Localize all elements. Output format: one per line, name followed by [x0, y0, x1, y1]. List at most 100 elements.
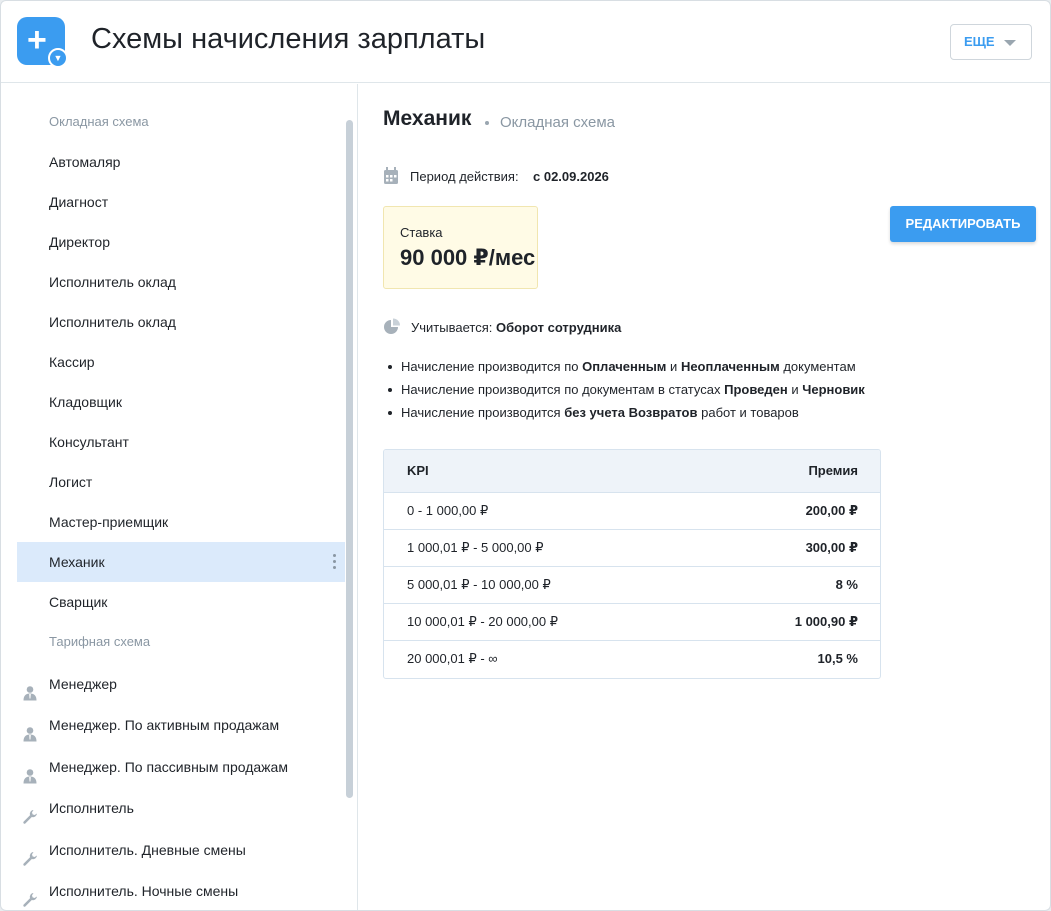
app-add-icon[interactable]: + ▼: [17, 17, 68, 68]
sidebar-item-label: Механик: [49, 554, 105, 570]
sidebar-item-label: Исполнитель: [49, 800, 134, 816]
kpi-bonus: 8 %: [835, 577, 858, 592]
sidebar-group-label: Тарифная схема: [17, 622, 345, 662]
sidebar-item[interactable]: Менеджер: [17, 664, 345, 704]
sidebar-item-label: Кладовщик: [49, 394, 122, 410]
rule-emphasis: без учета Возвратов: [564, 405, 698, 420]
sidebar-item[interactable]: Кладовщик: [17, 382, 345, 422]
sidebar-item[interactable]: Консультант: [17, 422, 345, 462]
period-value: с 02.09.2026: [533, 169, 609, 184]
page-title: Схемы начисления зарплаты: [91, 23, 486, 55]
sidebar-item-label: Менеджер. По пассивным продажам: [49, 758, 288, 775]
more-vertical-icon[interactable]: [333, 554, 337, 570]
rule-text: и: [787, 382, 803, 397]
sidebar-item-label: Исполнитель оклад: [49, 274, 176, 290]
bonus-column-header: Премия: [808, 463, 858, 478]
rate-value: 90 000 ₽/мес: [400, 245, 536, 270]
separator-dot: [485, 121, 489, 125]
page-header: + ▼ Схемы начисления зарплаты ЕЩЕ: [1, 1, 1050, 83]
sidebar-item[interactable]: Кассир: [17, 342, 345, 382]
sidebar-item[interactable]: Сварщик: [17, 582, 345, 622]
person-icon: [22, 759, 38, 783]
sidebar-group-label: Окладная схема: [17, 102, 345, 142]
sidebar: Окладная схема Автомаляр Диагност Директор И…: [1, 84, 358, 910]
sidebar-item[interactable]: Менеджер. По пассивным продажам: [17, 747, 345, 787]
kpi-table: KPI Премия 0 - 1 000,00 ₽ 200,00 ₽ 1 000,0…: [383, 449, 881, 679]
sidebar-item-label: Менеджер: [49, 675, 117, 692]
person-icon: [22, 676, 38, 700]
more-button[interactable]: ЕЩЕ: [950, 24, 1032, 60]
kpi-bonus: 300,00 ₽: [805, 540, 858, 555]
kpi-table-body: 0 - 1 000,00 ₽ 200,00 ₽ 1 000,01 ₽ - 5 000…: [384, 493, 880, 678]
sidebar-item-label: Кассир: [49, 354, 95, 370]
considered-label: Учитывается:: [411, 320, 493, 335]
rule-text: документам: [779, 359, 856, 374]
rule-emphasis: Оплаченным: [582, 359, 667, 374]
main-content: Механик Окладная схема Период действия: …: [359, 84, 1050, 910]
sidebar-item[interactable]: Автомаляр: [17, 142, 345, 182]
rule-item: Начисление производится по Оплаченным и …: [383, 358, 983, 381]
wrench-icon: [22, 800, 38, 824]
rule-item: Начисление производится без учета Возвра…: [383, 404, 983, 427]
calendar-icon: [384, 167, 398, 184]
employee-name: Механик: [383, 107, 472, 130]
table-row: 5 000,01 ₽ - 10 000,00 ₽ 8 %: [384, 567, 880, 604]
sidebar-item[interactable]: Исполнитель. Ночные смены: [17, 871, 345, 910]
caret-down-icon: [1004, 40, 1016, 46]
sidebar-item-label: Сварщик: [49, 594, 108, 610]
sidebar-item-label: Исполнитель оклад: [49, 314, 176, 330]
sidebar-item[interactable]: Диагност: [17, 182, 345, 222]
sidebar-item[interactable]: Мастер-приемщик: [17, 502, 345, 542]
sidebar-item-label: Тарифная схема: [49, 634, 151, 649]
considered-value: Оборот сотрудника: [495, 320, 622, 335]
kpi-range: 5 000,01 ₽ - 10 000,00 ₽: [407, 577, 551, 592]
rule-text: Начисление производится по документам в …: [401, 382, 725, 397]
edit-button[interactable]: РЕДАКТИРОВАТЬ: [890, 206, 1036, 242]
sidebar-item[interactable]: Директор: [17, 222, 345, 262]
more-button-label: ЕЩЕ: [964, 34, 995, 49]
sidebar-item-label: Исполнитель. Ночные смены: [49, 883, 239, 899]
person-icon: [22, 717, 38, 742]
kpi-bonus: 1 000,90 ₽: [794, 614, 858, 629]
sidebar-item-label: Директор: [49, 234, 110, 250]
rule-emphasis: Проведен: [724, 382, 788, 397]
table-row: 1 000,01 ₽ - 5 000,00 ₽ 300,00 ₽: [384, 530, 880, 567]
sidebar-item-label: Исполнитель. Дневные смены: [49, 841, 246, 858]
rule-text: работ и товаров: [697, 405, 799, 420]
rate-label: Ставка: [400, 225, 443, 240]
sidebar-item-label: Автомаляр: [49, 154, 121, 170]
sidebar-item-label: Менеджер. По активным продажам: [49, 717, 280, 733]
sidebar-item-label: Консультант: [49, 434, 129, 450]
rule-item: Начисление производится по документам в …: [383, 381, 983, 404]
wrench-icon: [22, 842, 38, 866]
wrench-icon: [22, 883, 38, 907]
plus-icon: +: [27, 21, 47, 59]
sidebar-item[interactable]: Исполнитель: [17, 788, 345, 828]
sidebar-scrollbar[interactable]: [346, 120, 353, 798]
sidebar-item[interactable]: Механик: [17, 542, 345, 582]
sidebar-item[interactable]: Логист: [17, 462, 345, 502]
sidebar-item-label: Окладная схема: [49, 114, 149, 129]
table-row: 10 000,01 ₽ - 20 000,00 ₽ 1 000,90 ₽: [384, 604, 880, 641]
rule-text: Начисление производится: [401, 405, 565, 420]
sidebar-item[interactable]: Исполнитель оклад: [17, 262, 345, 302]
rate-card: Ставка 90 000 ₽/мес: [383, 206, 538, 289]
kpi-range: 20 000,01 ₽ - ∞: [407, 651, 498, 666]
period-label: Период действия:: [410, 169, 519, 184]
table-row: 20 000,01 ₽ - ∞ 10,5 %: [384, 641, 880, 678]
sidebar-item-label: Логист: [49, 474, 93, 490]
sidebar-item[interactable]: Исполнитель оклад: [17, 302, 345, 342]
rule-text: и: [666, 359, 681, 374]
kpi-bonus: 10,5 %: [817, 651, 858, 666]
kpi-range: 0 - 1 000,00 ₽: [407, 503, 489, 518]
sidebar-item[interactable]: Менеджер. По активным продажам: [17, 705, 345, 745]
chevron-down-icon: ▼: [48, 48, 68, 68]
rule-emphasis: Черновик: [802, 382, 865, 397]
kpi-column-header: KPI: [407, 463, 429, 478]
rule-emphasis: Неоплаченным: [680, 359, 780, 374]
kpi-range: 10 000,01 ₽ - 20 000,00 ₽: [407, 614, 558, 629]
sidebar-item[interactable]: Исполнитель. Дневные смены: [17, 830, 345, 870]
rules-list: Начисление производится по Оплаченным и …: [383, 358, 983, 427]
kpi-range: 1 000,01 ₽ - 5 000,00 ₽: [407, 540, 544, 555]
pie-chart-icon: [384, 318, 400, 334]
